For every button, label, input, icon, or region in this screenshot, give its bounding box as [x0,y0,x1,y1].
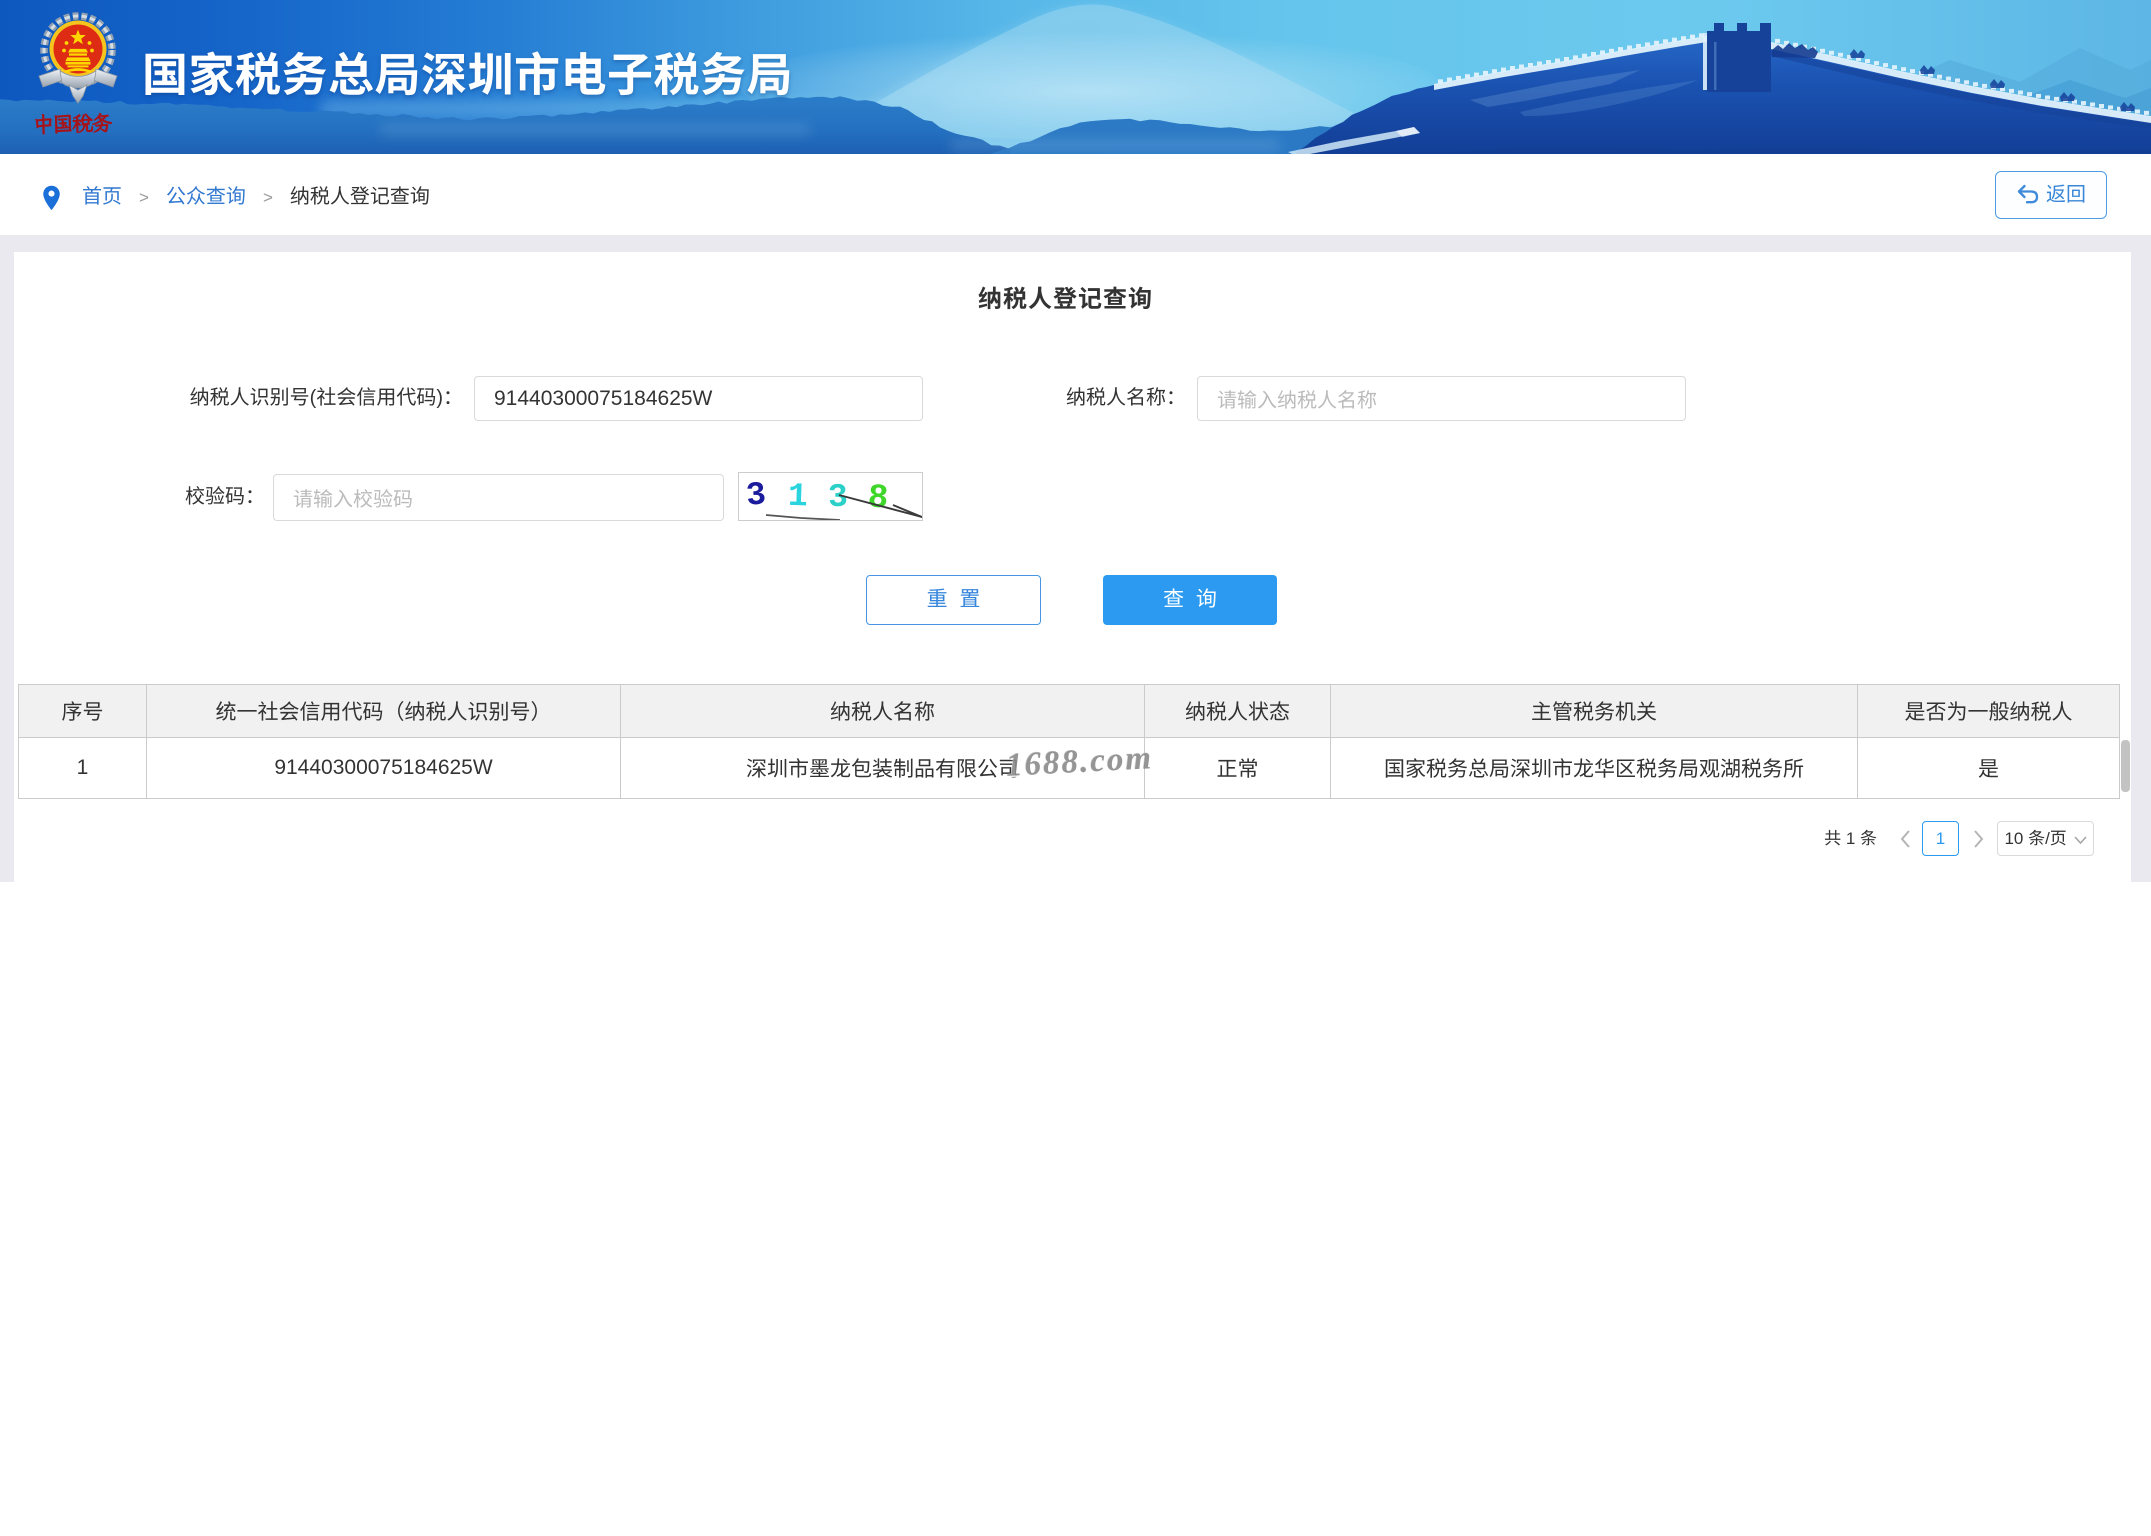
svg-text:8: 8 [866,479,889,518]
svg-text:3: 3 [745,476,768,515]
svg-text:1: 1 [787,478,808,516]
